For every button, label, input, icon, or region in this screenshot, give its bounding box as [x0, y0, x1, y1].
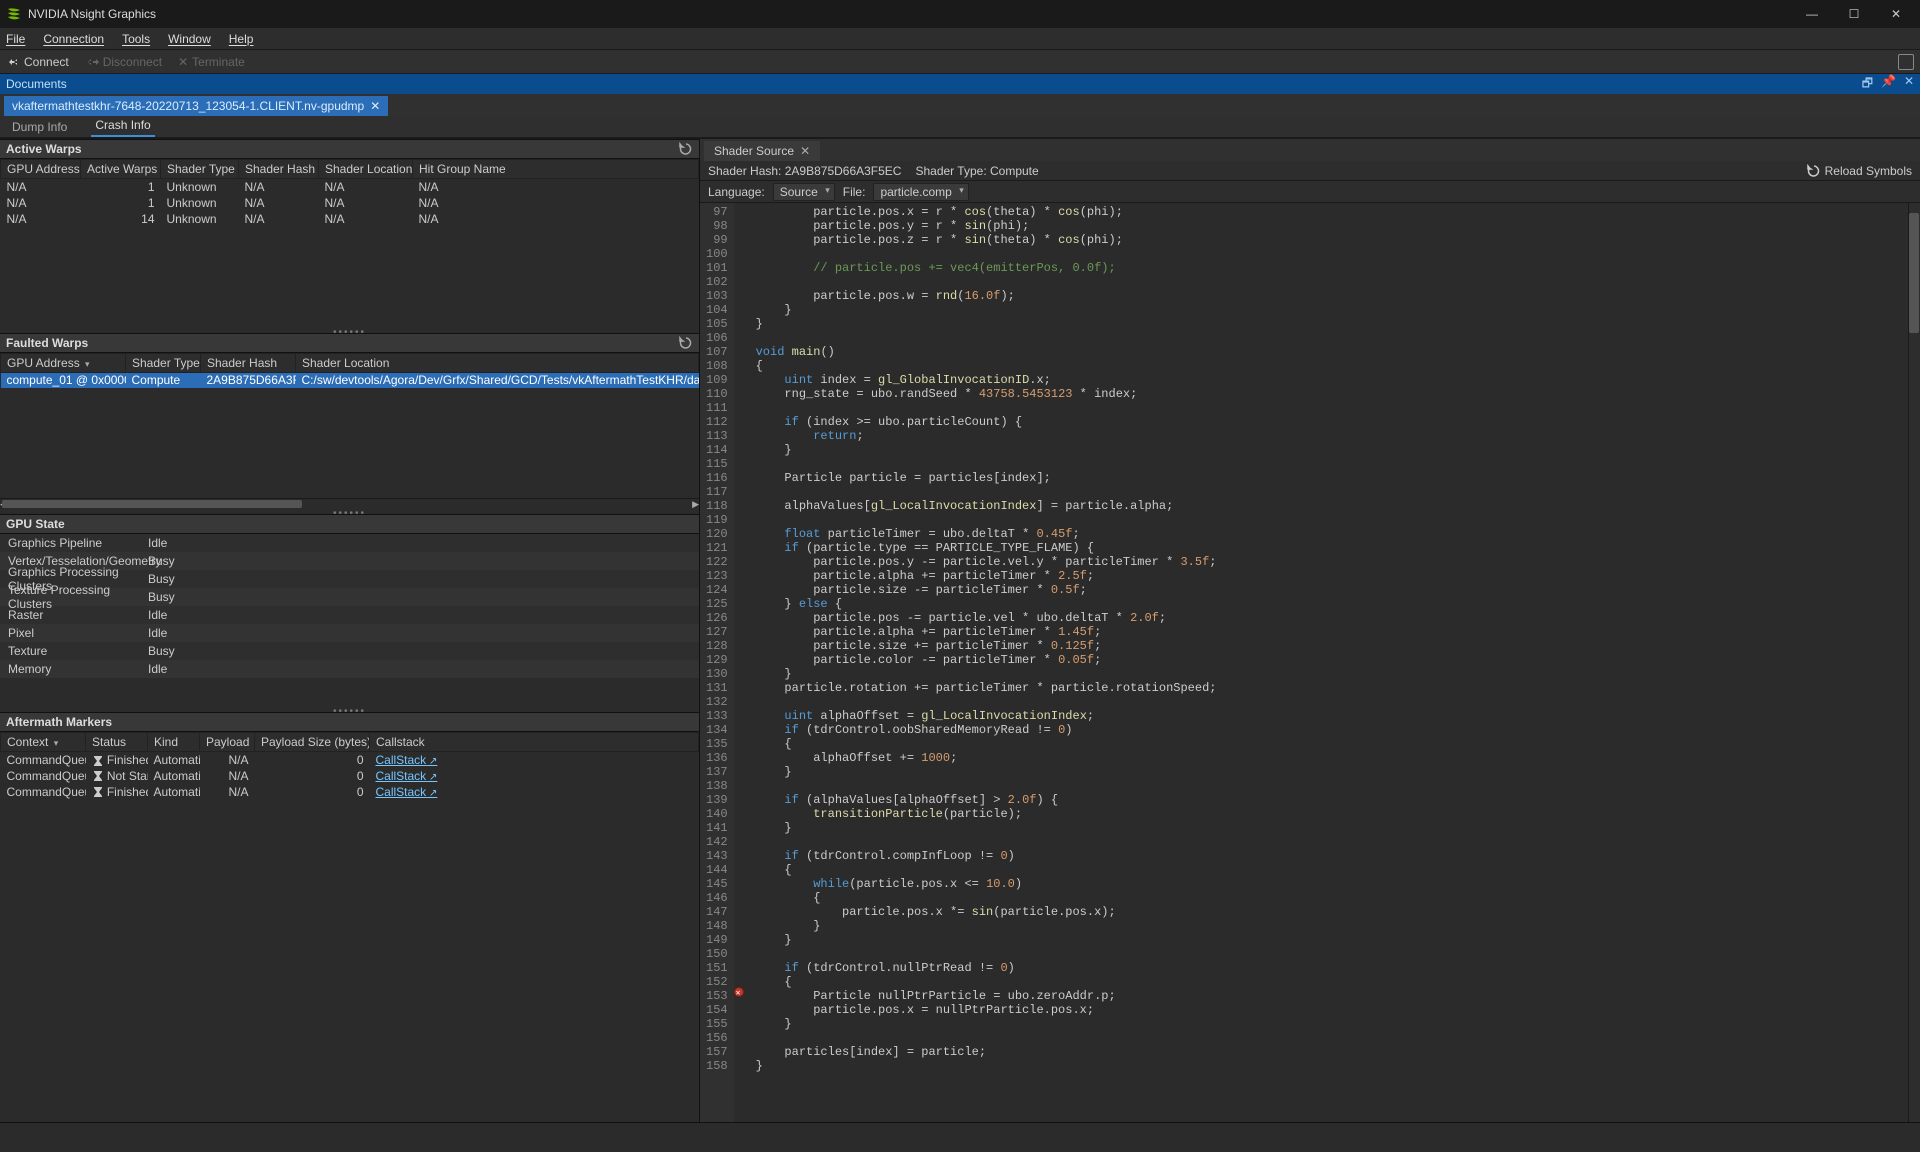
gpu-state-header: GPU State	[0, 514, 699, 534]
reload-icon	[1807, 164, 1821, 178]
col-header[interactable]: Shader Location	[319, 160, 413, 179]
col-header[interactable]: Hit Group Name	[413, 160, 699, 179]
col-header[interactable]: GPU Address	[1, 353, 126, 372]
terminate-icon: ✕	[178, 55, 188, 69]
code-editor[interactable]: 9798991001011021031041051061071081091101…	[700, 203, 1920, 1122]
documents-header: Documents 🗗 📌 ✕	[0, 74, 1920, 94]
tab-crash-info[interactable]: Crash Info	[91, 114, 154, 137]
table-row[interactable]: compute_01 @ 0x00000db0 Compute 2A9B875D…	[1, 372, 699, 388]
language-select[interactable]: Source	[773, 183, 835, 201]
table-row[interactable]: CommandQueue 1 Not StartedAutomaticN/A0C…	[1, 768, 699, 784]
titlebar: NVIDIA Nsight Graphics — ☐ ✕	[0, 0, 1920, 28]
main-split: Active Warps GPU Address Active Warps Sh…	[0, 138, 1920, 1122]
connect-icon	[6, 55, 20, 69]
gpu-state-table: Graphics PipelineIdleVertex/Tesselation/…	[0, 534, 699, 678]
document-tabs: vkaftermathtestkhr-7648-20220713_123054-…	[0, 94, 1920, 116]
refresh-icon[interactable]	[679, 142, 693, 156]
gpu-state-row: PixelIdle	[0, 624, 699, 642]
faulted-warps-header: Faulted Warps	[0, 333, 699, 353]
shader-info-bar: Shader Hash: 2A9B875D66A3F5EC Shader Typ…	[700, 161, 1920, 181]
window-maximize-button[interactable]: ☐	[1842, 7, 1866, 21]
active-warps-title: Active Warps	[6, 142, 82, 156]
aftermath-table: Context Status Kind Payload Payload Size…	[0, 732, 699, 800]
shader-source-tab[interactable]: Shader Source ✕	[704, 141, 820, 161]
col-header[interactable]: Kind	[148, 733, 200, 752]
col-header[interactable]: Payload	[200, 733, 255, 752]
shader-lang-bar: Language: Source File: particle.comp	[700, 181, 1920, 203]
terminate-button: ✕ Terminate	[178, 55, 245, 69]
gpu-state-row: TextureBusy	[0, 642, 699, 660]
table-row[interactable]: CommandQueue 1 FinishedAutomaticN/A0Call…	[1, 752, 699, 768]
file-select[interactable]: particle.comp	[873, 183, 968, 201]
gpu-state-row: Graphics PipelineIdle	[0, 534, 699, 552]
menu-tools[interactable]: Tools	[122, 32, 150, 46]
refresh-icon[interactable]	[679, 336, 693, 350]
document-tab-label: vkaftermathtestkhr-7648-20220713_123054-…	[12, 99, 364, 113]
restore-icon[interactable]: 🗗	[1862, 74, 1873, 95]
menubar: File Connection Tools Window Help	[0, 28, 1920, 50]
window-minimize-button[interactable]: —	[1800, 7, 1824, 21]
menu-file[interactable]: File	[6, 32, 25, 46]
disconnect-button: Disconnect	[85, 55, 162, 69]
table-row[interactable]: CommandQueue 2 FinishedAutomaticN/A0Call…	[1, 784, 699, 800]
table-row[interactable]: N/A14UnknownN/AN/AN/A	[1, 211, 699, 227]
callstack-link[interactable]: CallStack	[376, 753, 438, 767]
tab-dump-info[interactable]: Dump Info	[8, 116, 71, 137]
crash-subtabs: Dump Info Crash Info	[0, 116, 1920, 138]
h-scrollbar[interactable]: ◀ ▶	[0, 498, 699, 508]
line-number-gutter: 9798991001011021031041051061071081091101…	[700, 203, 734, 1122]
col-header[interactable]: Active Warps	[81, 160, 161, 179]
menu-window[interactable]: Window	[168, 32, 211, 46]
gpu-state-row: Texture Processing ClustersBusy	[0, 588, 699, 606]
aftermath-title: Aftermath Markers	[6, 715, 112, 729]
tab-close-icon[interactable]: ✕	[370, 99, 380, 113]
breakpoint-marker[interactable]	[734, 987, 744, 997]
col-header[interactable]: Context	[1, 733, 86, 752]
right-pane: Shader Source ✕ Shader Hash: 2A9B875D66A…	[700, 139, 1920, 1122]
toolbar: Connect Disconnect ✕ Terminate	[0, 50, 1920, 74]
col-header[interactable]: Shader Hash	[239, 160, 319, 179]
breakpoint-gutter[interactable]	[734, 203, 748, 1122]
table-row[interactable]: N/A1UnknownN/AN/AN/A	[1, 195, 699, 211]
close-icon[interactable]: ✕	[1904, 74, 1914, 95]
reload-symbols-button[interactable]: Reload Symbols	[1807, 164, 1912, 178]
col-header[interactable]: Status	[86, 733, 148, 752]
disconnect-icon	[85, 55, 99, 69]
col-header[interactable]: GPU Address	[1, 160, 81, 179]
active-warps-header: Active Warps	[0, 139, 699, 159]
monitor-icon[interactable]	[1898, 54, 1914, 70]
col-header[interactable]: Shader Hash	[201, 353, 296, 372]
aftermath-header: Aftermath Markers	[0, 712, 699, 732]
table-row[interactable]: N/A1UnknownN/AN/AN/A	[1, 179, 699, 195]
connect-button[interactable]: Connect	[6, 55, 69, 69]
window-close-button[interactable]: ✕	[1884, 7, 1908, 21]
nvidia-logo-icon	[6, 6, 22, 22]
faulted-warps-table: GPU Address Shader Type Shader Hash Shad…	[0, 353, 699, 389]
menu-connection[interactable]: Connection	[43, 32, 104, 46]
gpu-state-row: RasterIdle	[0, 606, 699, 624]
left-pane: Active Warps GPU Address Active Warps Sh…	[0, 139, 700, 1122]
documents-title: Documents	[6, 77, 67, 91]
document-tab[interactable]: vkaftermathtestkhr-7648-20220713_123054-…	[4, 96, 388, 116]
tab-close-icon[interactable]: ✕	[800, 144, 810, 158]
col-header[interactable]: Callstack	[370, 733, 699, 752]
callstack-link[interactable]: CallStack	[376, 769, 438, 783]
gpu-state-row: MemoryIdle	[0, 660, 699, 678]
menu-help[interactable]: Help	[229, 32, 254, 46]
col-header[interactable]: Shader Type	[161, 160, 239, 179]
status-bar	[0, 1122, 1920, 1152]
app-title: NVIDIA Nsight Graphics	[28, 7, 156, 21]
callstack-link[interactable]: CallStack	[376, 785, 438, 799]
shader-source-tabs: Shader Source ✕	[700, 139, 1920, 161]
col-header[interactable]: Shader Type	[126, 353, 201, 372]
code-content: particle.pos.x = r * cos(theta) * cos(ph…	[748, 203, 1920, 1122]
col-header[interactable]: Shader Location	[296, 353, 699, 372]
active-warps-table: GPU Address Active Warps Shader Type Sha…	[0, 159, 699, 227]
col-header[interactable]: Payload Size (bytes)	[255, 733, 370, 752]
faulted-warps-title: Faulted Warps	[6, 336, 88, 350]
pin-icon[interactable]: 📌	[1881, 74, 1896, 95]
v-scrollbar[interactable]	[1908, 203, 1920, 1122]
gpu-state-title: GPU State	[6, 517, 65, 531]
